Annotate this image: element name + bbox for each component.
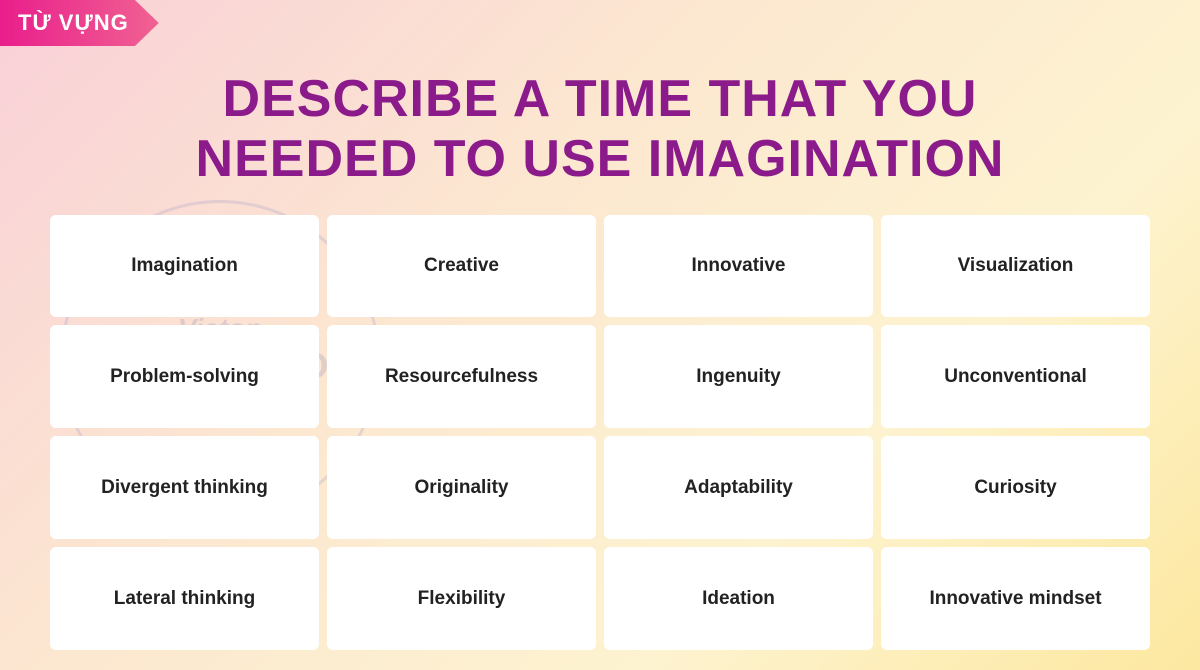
vocab-cell: Ingenuity [604, 325, 873, 428]
vocab-cell: Imagination [50, 215, 319, 318]
page-title: DESCRIBE A TIME THAT YOU NEEDED TO USE I… [196, 70, 1005, 190]
vocab-cell: Resourcefulness [327, 325, 596, 428]
vocab-cell: Visualization [881, 215, 1150, 318]
vocab-grid: ImaginationCreativeInnovativeVisualizati… [50, 215, 1150, 650]
vocab-cell: Innovative [604, 215, 873, 318]
vocab-cell: Divergent thinking [50, 436, 319, 539]
vocab-cell: Unconventional [881, 325, 1150, 428]
title-line1: DESCRIBE A TIME THAT YOU [196, 70, 1005, 130]
vocab-cell: Flexibility [327, 547, 596, 650]
vocab-cell: Ideation [604, 547, 873, 650]
vocab-cell: Curiosity [881, 436, 1150, 539]
vocab-cell: Creative [327, 215, 596, 318]
vocab-cell: Lateral thinking [50, 547, 319, 650]
page-background: TỪ VỰNG Vietop IELTS VIETOP Học là phải … [0, 0, 1200, 670]
vocab-cell: Originality [327, 436, 596, 539]
title-line2: NEEDED TO USE IMAGINATION [196, 130, 1005, 190]
vocab-cell: Innovative mindset [881, 547, 1150, 650]
vocab-cell: Adaptability [604, 436, 873, 539]
badge-text: TỪ VỰNG [0, 0, 159, 46]
badge: TỪ VỰNG [0, 0, 159, 46]
vocab-cell: Problem-solving [50, 325, 319, 428]
